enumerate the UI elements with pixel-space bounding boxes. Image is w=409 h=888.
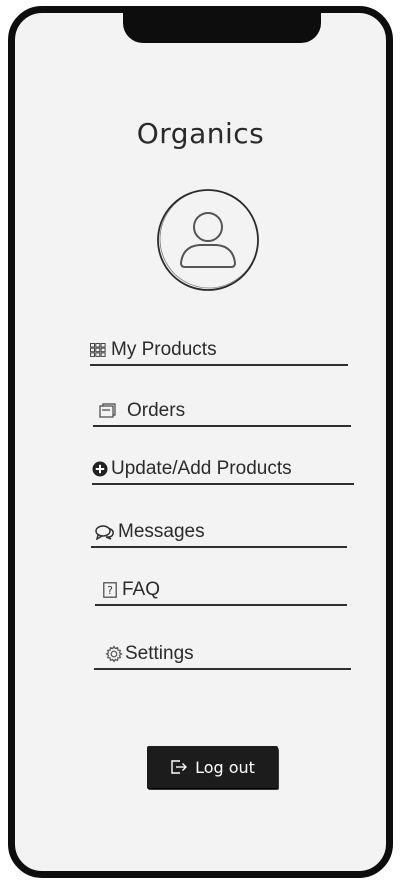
menu-item-update-add-products[interactable]: Update/Add Products — [92, 455, 354, 485]
phone-frame: Organics My Products Orders Update/Add P… — [8, 6, 393, 878]
app-title: Organics — [136, 117, 265, 150]
svg-text:?: ? — [107, 584, 113, 597]
plus-circle-icon — [92, 461, 108, 477]
user-avatar-icon — [157, 189, 259, 291]
grid-icon — [90, 343, 106, 357]
phone-notch — [123, 13, 321, 43]
clipboard-icon — [99, 403, 117, 419]
avatar[interactable] — [154, 186, 262, 294]
logout-button[interactable]: Log out — [147, 746, 278, 788]
menu-item-orders[interactable]: Orders — [93, 397, 351, 427]
menu-item-label: Messages — [118, 521, 205, 542]
logout-icon — [170, 758, 188, 776]
menu-item-my-products[interactable]: My Products — [90, 336, 348, 366]
menu-item-messages[interactable]: Messages — [91, 518, 347, 548]
menu-item-label: Settings — [125, 643, 194, 664]
logout-label: Log out — [195, 757, 255, 777]
menu-item-label: Update/Add Products — [111, 458, 292, 479]
menu-item-faq[interactable]: ? FAQ — [95, 576, 347, 606]
chat-icon — [95, 524, 115, 540]
question-icon: ? — [103, 582, 117, 598]
menu-item-label: FAQ — [122, 579, 161, 600]
menu-item-label: Orders — [127, 400, 186, 421]
gear-icon — [105, 645, 123, 663]
menu-item-settings[interactable]: Settings — [94, 640, 351, 670]
menu-item-label: My Products — [111, 339, 217, 360]
